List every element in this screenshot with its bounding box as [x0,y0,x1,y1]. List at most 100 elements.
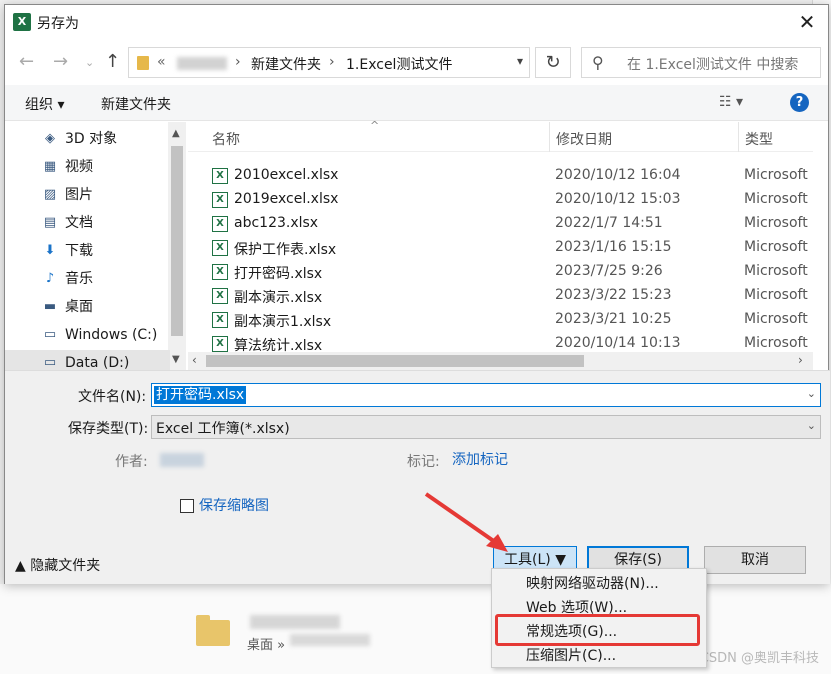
excel-app-icon: X [13,13,31,31]
file-type: Microsoft [744,215,808,231]
sidebar-item-label: 视频 [65,159,93,175]
menu-item[interactable]: 映射网络驱动器(N)... [526,573,659,593]
organize-menu[interactable]: 组织 ▾ [25,94,64,114]
file-row[interactable]: Xabc123.xlsx 2022/1/7 14:51 Microsoft [188,212,813,236]
view-options-icon[interactable]: ☷ ▾ [719,94,743,110]
excel-file-icon: X [212,288,228,304]
file-date: 2022/1/7 14:51 [555,215,663,231]
file-row[interactable]: X 副本演示1.xlsx 2023/3/21 10:25 Microsoft [188,308,813,332]
scroll-left-icon[interactable]: ‹ [192,353,197,367]
sidebar-item[interactable]: ◈ 3D 对象 [5,126,170,152]
file-type: Microsoft [744,311,808,327]
chevron-down-icon[interactable]: ⌄ [807,419,816,432]
sidebar-item-label: 下载 [65,243,93,259]
help-icon[interactable]: ? [790,93,809,112]
file-row[interactable]: X 保护工作表.xlsx 2023/1/16 15:15 Microsoft [188,236,813,260]
filename-value[interactable]: 打开密码.xlsx [154,386,247,404]
chevron-down-icon[interactable]: ▾ [517,54,523,68]
horizontal-scrollbar[interactable]: ‹ › [188,352,813,370]
scroll-up-icon[interactable]: ▲ [172,128,180,139]
file-row[interactable]: X 2010excel.xlsx 2020/10/12 16:04 Microsoft [188,164,813,188]
sidebar-item[interactable]: ⬇ 下载 [5,238,170,264]
save-options-panel: 文件名(N): 打开密码.xlsx ⌄ 保存类型(T): Excel 工作簿(*… [5,370,830,584]
chevron-right-icon: › [329,54,335,70]
scroll-down-icon[interactable]: ▼ [172,354,180,365]
back-arrow-icon[interactable]: ← [19,51,34,72]
column-name[interactable]: 名称 [212,129,240,149]
sidebar-item[interactable]: ▬ 桌面 [5,294,170,320]
sidebar-item-label: 音乐 [65,271,93,287]
file-name[interactable]: 打开密码.xlsx [234,263,322,283]
sidebar-item-label: Windows (C:) [65,327,158,343]
address-overflow[interactable]: « [157,54,166,70]
file-name[interactable]: 2010excel.xlsx [234,167,338,183]
add-tags-link[interactable]: 添加标记 [452,449,508,469]
music-icon: ♪ [45,271,55,286]
address-segment-current[interactable]: 1.Excel测试文件 [346,54,452,74]
file-name[interactable]: 副本演示.xlsx [234,287,322,307]
close-icon[interactable]: ✕ [794,9,820,35]
address-segment-new-folder[interactable]: 新建文件夹 [251,54,321,74]
search-box[interactable]: ⚲ 在 1.Excel测试文件 中搜索 [581,47,821,78]
watermark: CSDN @奥凯丰科技 [699,651,819,666]
column-divider[interactable] [738,122,739,152]
sort-ascending-icon: ^ [370,119,380,132]
picture-icon: ▨ [43,187,57,202]
background-folder-icon [196,615,230,646]
file-name[interactable]: 保护工作表.xlsx [234,239,336,259]
chevron-down-icon[interactable]: ⌄ [807,387,816,400]
file-row[interactable]: X 2019excel.xlsx 2020/10/12 15:03 Microsoft [188,188,813,212]
file-date: 2020/10/14 10:13 [555,335,681,351]
column-type[interactable]: 类型 [745,129,773,149]
file-type: Microsoft [744,263,808,279]
scrollbar-thumb[interactable] [206,355,584,367]
sidebar-item[interactable]: ▤ 文档 [5,210,170,236]
address-bar[interactable]: « › 新建文件夹 › 1.Excel测试文件 ▾ [128,47,530,78]
excel-file-icon: X [212,312,228,328]
desktop-icon: ▬ [43,299,57,314]
up-arrow-icon[interactable]: ↑ [105,51,120,72]
file-name[interactable]: abc123.xlsx [234,215,318,231]
file-type: Microsoft [744,239,808,255]
save-as-dialog: X 另存为 ✕ ← → ⌄ ↑ « › 新建文件夹 › 1.Excel测试文件 … [4,4,830,584]
cancel-button[interactable]: 取消 [704,546,806,574]
save-thumbnail-label[interactable]: 保存缩略图 [199,495,269,515]
filetype-label: 保存类型(T): [68,421,149,437]
scrollbar-thumb[interactable] [171,146,183,336]
author-label: 作者: [115,454,148,470]
filename-field[interactable]: 打开密码.xlsx ⌄ [151,383,821,407]
file-row[interactable]: X 打开密码.xlsx 2023/7/25 9:26 Microsoft [188,260,813,284]
folder-icon [137,56,149,70]
sidebar-scrollbar[interactable]: ▲ ▼ [168,122,186,370]
file-row[interactable]: X 副本演示.xlsx 2023/3/22 15:23 Microsoft [188,284,813,308]
document-icon: ▤ [43,215,57,230]
recent-dropdown-icon[interactable]: ⌄ [85,56,94,69]
file-name[interactable]: 副本演示1.xlsx [234,311,331,331]
file-type: Microsoft [744,335,808,351]
sidebar-item[interactable]: ♪ 音乐 [5,266,170,292]
excel-file-icon: X [212,336,228,352]
search-icon: ⚲ [592,53,604,72]
scroll-right-icon[interactable]: › [798,353,803,367]
red-arrow-annotation [424,492,508,552]
dialog-title: 另存为 [37,16,79,32]
hide-folders-toggle[interactable]: ▲ 隐藏文件夹 [15,555,100,575]
author-value-blurred[interactable] [160,453,204,467]
forward-arrow-icon[interactable]: → [53,51,68,72]
search-placeholder: 在 1.Excel测试文件 中搜索 [627,57,799,73]
drive-icon: ▭ [43,327,57,342]
column-divider[interactable] [549,122,550,152]
new-folder-button[interactable]: 新建文件夹 [101,94,171,114]
filetype-select[interactable]: Excel 工作簿(*.xlsx) ⌄ [151,415,821,439]
sidebar-item[interactable]: ▨ 图片 [5,182,170,208]
save-thumbnail-checkbox[interactable] [180,499,194,513]
file-name[interactable]: 2019excel.xlsx [234,191,338,207]
excel-file-icon: X [212,168,228,184]
refresh-icon[interactable]: ↻ [535,47,571,78]
sidebar-item[interactable]: ▭ Windows (C:) [5,322,170,348]
sidebar-item[interactable]: ▦ 视频 [5,154,170,180]
menu-item[interactable]: 压缩图片(C)... [526,645,616,665]
column-date[interactable]: 修改日期 [556,129,612,149]
excel-file-icon: X [212,240,228,256]
navigation-pane: ▲ ▼ ◈ 3D 对象 ▦ 视频 ▨ 图片 ▤ 文档 ⬇ 下载 ♪ 音乐 ▬ 桌面 ▭ Windows (C:… [5,122,186,376]
